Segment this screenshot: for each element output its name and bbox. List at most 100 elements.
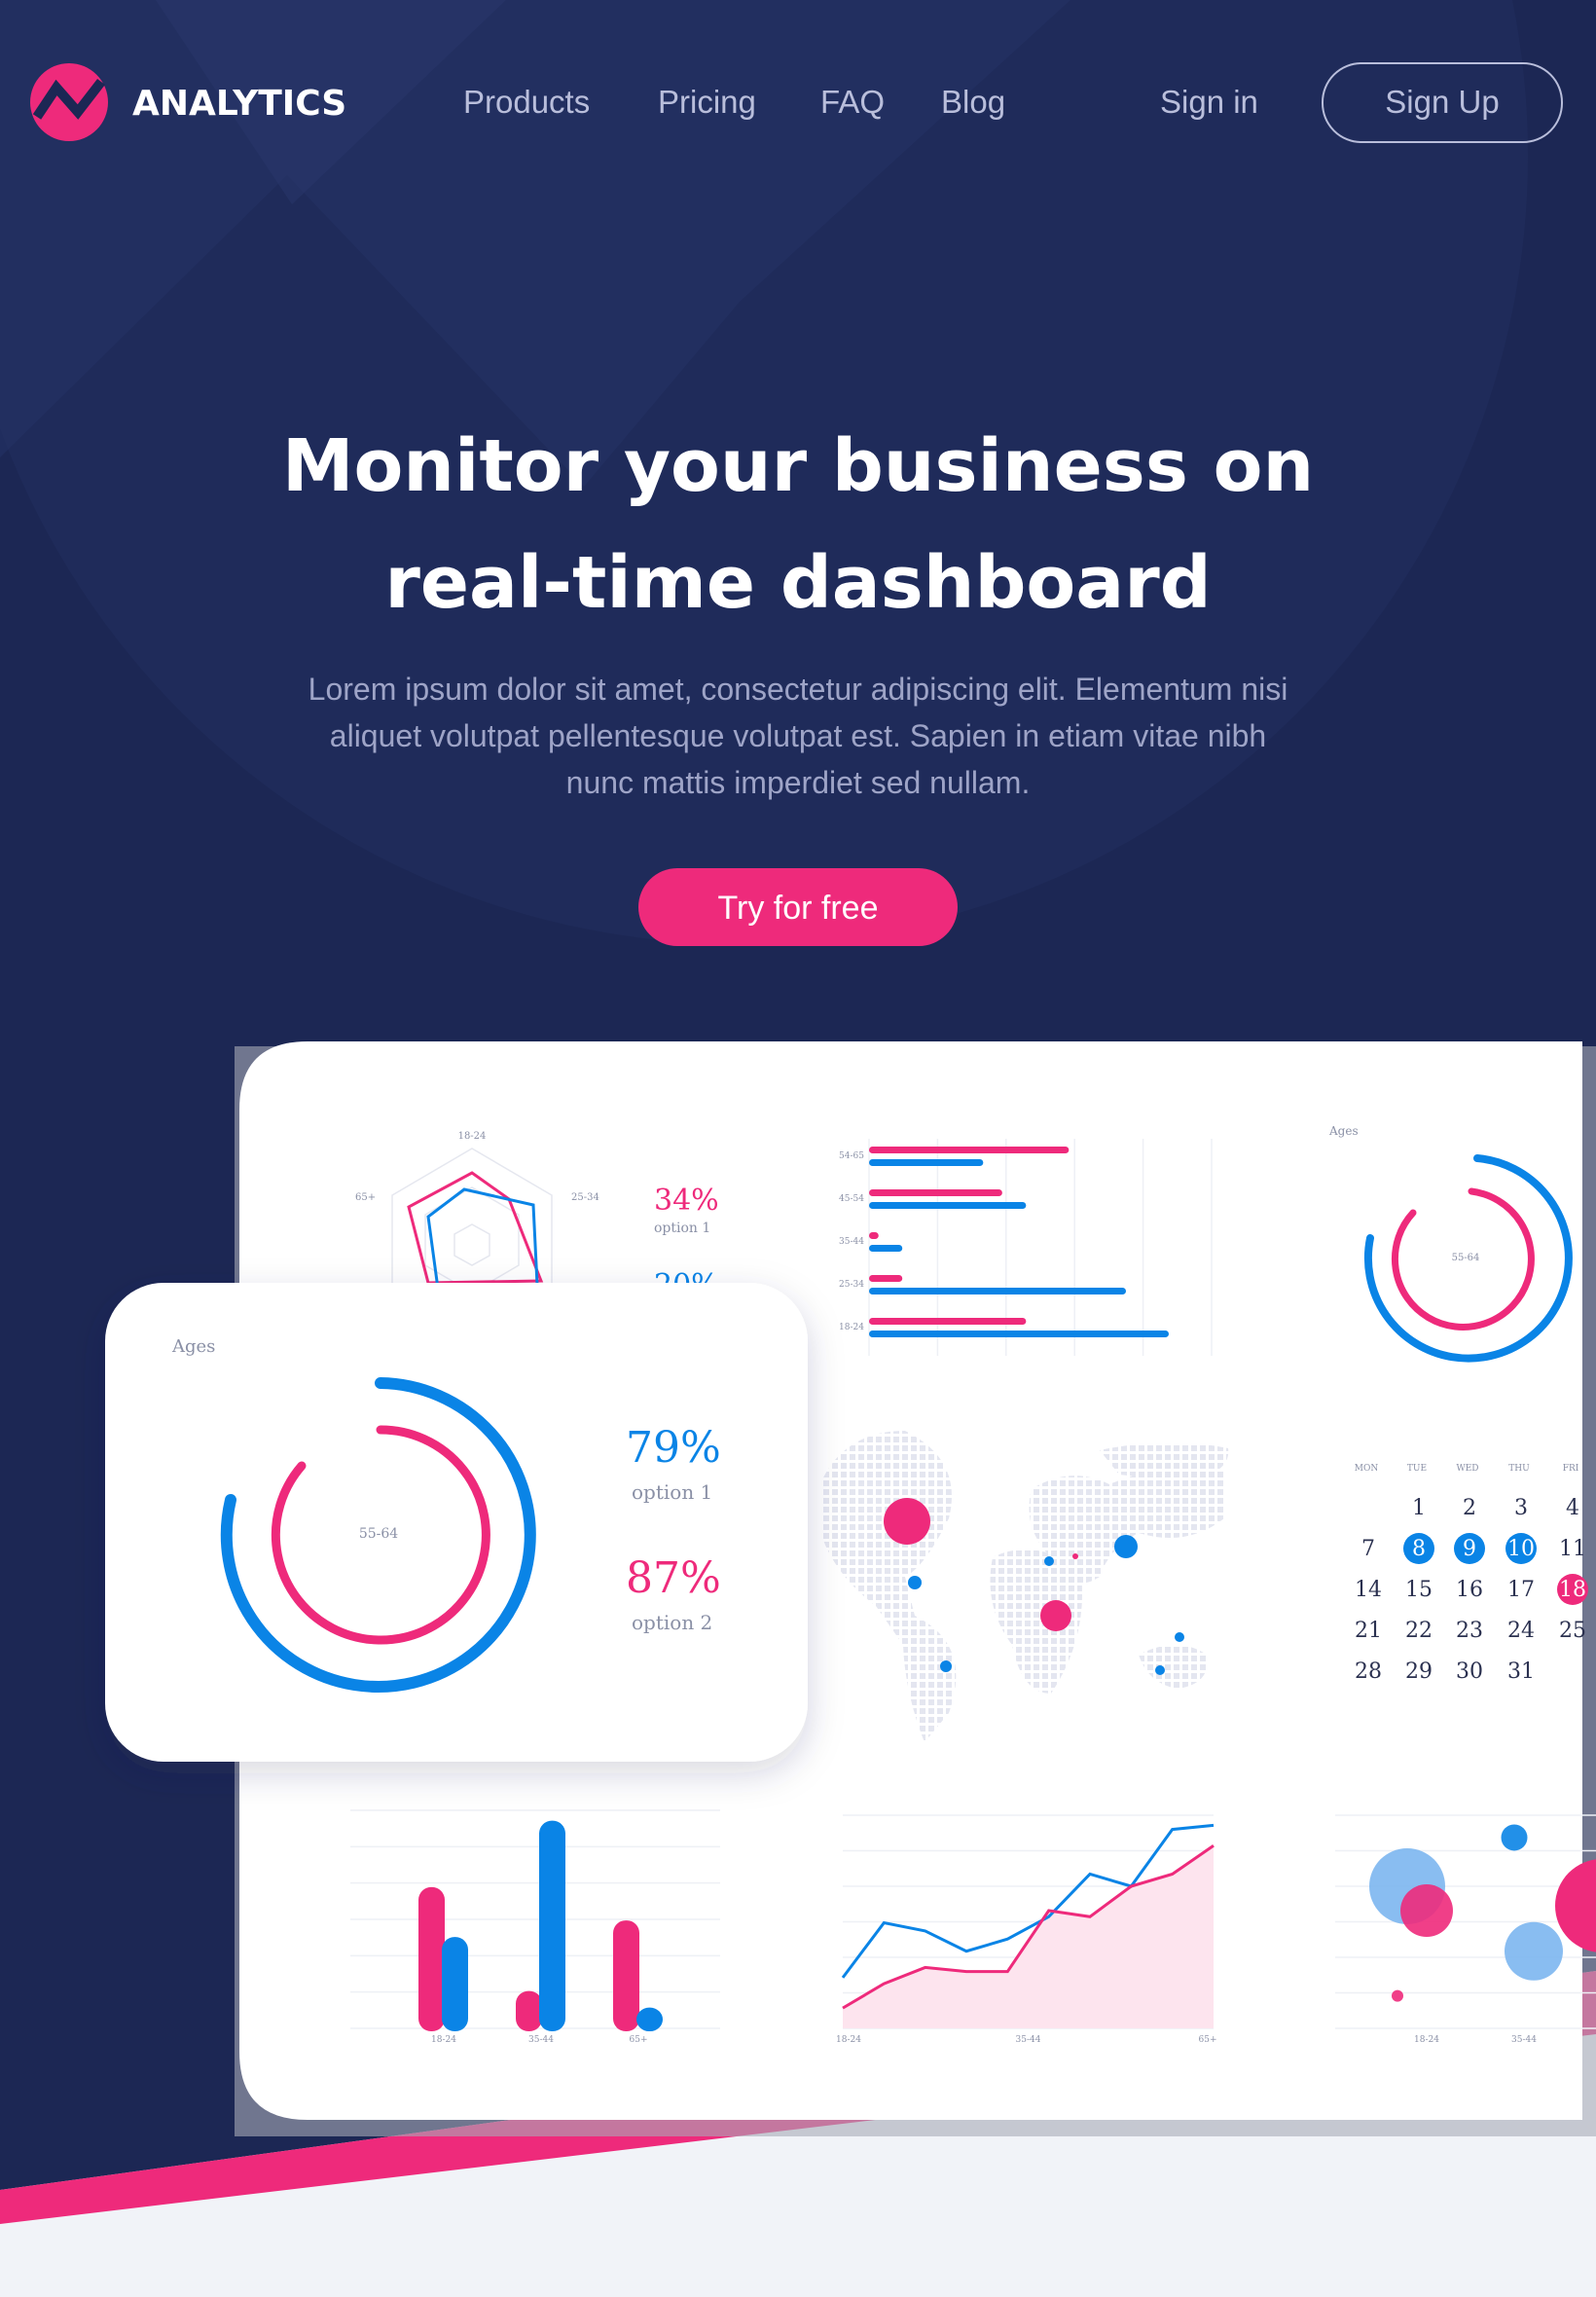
floating-stat1-label: option 1 <box>632 1480 712 1504</box>
hbar-bar <box>869 1232 879 1239</box>
hbar-category-label: 18-24 <box>839 1323 864 1332</box>
calendar-day-header: MON <box>1355 1464 1379 1474</box>
try-for-free-button[interactable]: Try for free <box>638 868 958 946</box>
ring-small-title: Ages <box>1328 1124 1359 1138</box>
nav-link-faq[interactable]: FAQ <box>820 84 885 120</box>
cta-label: Try for free <box>718 890 879 927</box>
sign-in-link[interactable]: Sign in <box>1160 84 1258 120</box>
nav-link-blog[interactable]: Blog <box>941 84 1005 120</box>
radar-label-left: 65+ <box>355 1192 376 1203</box>
floating-stat1-value: 79% <box>626 1423 721 1473</box>
vbar-bar <box>418 1886 445 2031</box>
hero-title-line2: real-time dashboard <box>384 541 1211 625</box>
calendar-day-header: WED <box>1456 1464 1478 1474</box>
calendar-date: 17 <box>1507 1578 1535 1602</box>
hbar-bar <box>869 1189 1002 1196</box>
vbar-tick-label: 18-24 <box>431 2035 456 2045</box>
hbar-category-label: 45-54 <box>839 1194 864 1204</box>
area-tick-label: 65+ <box>1199 2035 1217 2045</box>
calendar-date: 31 <box>1507 1659 1535 1684</box>
vbar-tick-label: 35-44 <box>528 2035 554 2045</box>
hero-subtitle-line1: Lorem ipsum dolor sit amet, consectetur … <box>308 672 1288 707</box>
hbar-bar <box>869 1202 1027 1209</box>
radar-stat1-value: 34% <box>654 1184 719 1218</box>
calendar-date: 18 <box>1559 1578 1586 1602</box>
area-tick-label: 18-24 <box>836 2035 861 2045</box>
bubble-tick-label: 18-24 <box>1414 2035 1439 2045</box>
calendar-date: 10 <box>1507 1537 1535 1561</box>
area-tick-label: 35-44 <box>1016 2035 1041 2045</box>
calendar-date: 14 <box>1355 1578 1382 1602</box>
map-bubble-blue-dot <box>940 1660 952 1672</box>
radar-label-top: 18-24 <box>458 1131 487 1142</box>
hero-subtitle-line3: nunc mattis imperdiet sed nullam. <box>566 765 1031 800</box>
hero-section: ANALYTICS Products Pricing FAQ Blog Sign… <box>0 0 1596 2297</box>
hbar-bar <box>869 1275 903 1282</box>
hbar-bar <box>869 1159 984 1166</box>
hbar-bar <box>869 1245 903 1252</box>
calendar-date: 2 <box>1463 1496 1476 1520</box>
calendar-date: 22 <box>1405 1619 1433 1643</box>
brand-name: ANALYTICS <box>132 84 346 124</box>
hero-title-line1: Monitor your business on <box>282 424 1314 508</box>
map-bubble-blue-dot <box>1155 1665 1165 1675</box>
calendar-date: 21 <box>1355 1619 1382 1643</box>
calendar-date: 8 <box>1412 1537 1426 1561</box>
radar-label-right: 25-34 <box>571 1192 599 1203</box>
calendar-date: 3 <box>1514 1496 1528 1520</box>
hbar-category-label: 54-65 <box>839 1151 864 1161</box>
vbar-bar <box>613 1920 639 2031</box>
calendar-day-header: FRI <box>1563 1464 1579 1474</box>
nav-link-pricing[interactable]: Pricing <box>658 84 756 120</box>
hbar-category-label: 35-44 <box>839 1237 864 1247</box>
sign-up-label: Sign Up <box>1385 84 1499 120</box>
floating-card-title: Ages <box>171 1336 215 1357</box>
bubble-point <box>1400 1884 1453 1938</box>
calendar-date: 1 <box>1412 1496 1426 1520</box>
ring-small-center-label: 55-64 <box>1452 1253 1480 1263</box>
map-bubble-pink-dot <box>1072 1553 1078 1559</box>
map-bubble-pink-large <box>884 1498 930 1545</box>
hbar-category-label: 25-34 <box>839 1280 864 1290</box>
map-bubble-blue-medium <box>1114 1535 1138 1558</box>
bubble-tick-label: 35-44 <box>1511 2035 1537 2045</box>
hbar-bar <box>869 1318 1027 1325</box>
nav-link-products[interactable]: Products <box>463 84 590 120</box>
calendar-date: 7 <box>1361 1537 1375 1561</box>
calendar-date: 4 <box>1566 1496 1579 1520</box>
map-bubble-blue-dot <box>1175 1632 1184 1642</box>
bubble-point <box>1505 1921 1563 1981</box>
floating-ages-card: Ages 55-64 79% option 1 87% option 2 <box>105 1283 808 1762</box>
hbar-bar <box>869 1288 1126 1294</box>
calendar-date: 11 <box>1559 1537 1586 1561</box>
vbar-bar <box>516 1990 542 2031</box>
map-bubble-pink-medium <box>1040 1600 1071 1631</box>
floating-stat2-label: option 2 <box>632 1611 712 1634</box>
vbar-tick-label: 65+ <box>630 2035 648 2045</box>
hbar-bar <box>869 1331 1169 1337</box>
map-north-asia <box>1100 1441 1229 1479</box>
map-bubble-blue-small <box>908 1576 922 1589</box>
vbar-bar <box>539 1820 565 2031</box>
calendar-date: 16 <box>1456 1578 1483 1602</box>
floating-stat2-value: 87% <box>626 1553 721 1603</box>
calendar-date: 25 <box>1559 1619 1586 1643</box>
bubble-point <box>1392 1989 1403 2002</box>
hero-subtitle-line2: aliquet volutpat pellentesque volutpat e… <box>330 718 1266 753</box>
hbar-bar <box>869 1147 1070 1153</box>
calendar-date: 29 <box>1405 1659 1433 1684</box>
calendar-date: 15 <box>1405 1578 1433 1602</box>
map-bubble-blue-dot <box>1044 1556 1054 1566</box>
calendar-date: 28 <box>1355 1659 1382 1684</box>
calendar-date: 24 <box>1507 1619 1535 1643</box>
calendar-date: 30 <box>1456 1659 1483 1684</box>
bubble-point <box>1501 1824 1528 1851</box>
calendar-date: 23 <box>1456 1619 1483 1643</box>
vbar-bar <box>636 2007 663 2031</box>
calendar-day-header: THU <box>1508 1464 1530 1474</box>
calendar-date: 9 <box>1463 1537 1476 1561</box>
radar-stat1-label: option 1 <box>654 1221 710 1236</box>
floating-ring-center-label: 55-64 <box>359 1526 398 1542</box>
calendar-day-header: TUE <box>1407 1464 1427 1474</box>
vbar-bar <box>442 1937 468 2031</box>
